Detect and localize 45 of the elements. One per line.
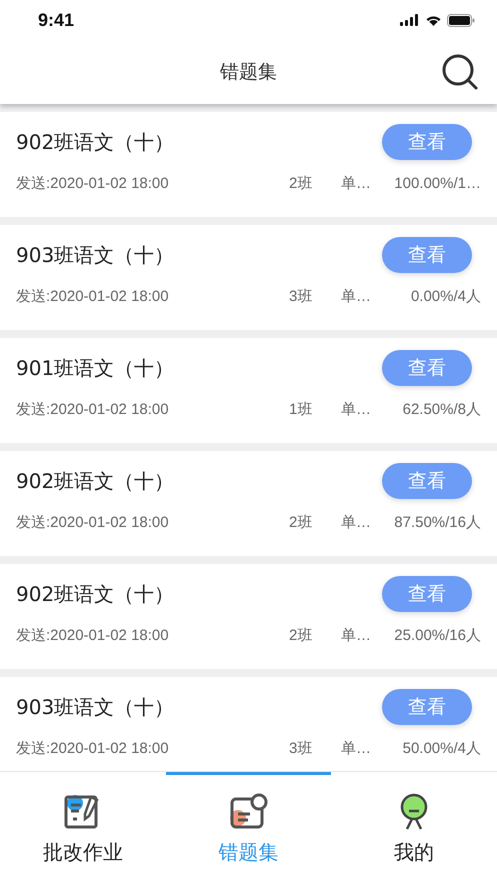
accuracy-label: 87.50%/16人 — [393, 513, 481, 532]
list-card[interactable]: 903班语文（十） 查看 发送:2020-01-02 18:00 3班 单… 0.00%/4人 — [0, 225, 497, 330]
class-label: 1班 — [289, 400, 314, 419]
signal-icon — [400, 14, 420, 26]
class-label: 2班 — [289, 626, 314, 645]
send-time: 发送:2020-01-02 18:00 — [16, 739, 170, 758]
list-card[interactable]: 902班语文（十） 查看 发送:2020-01-02 18:00 2班 单… 87.50%/16人 — [0, 451, 497, 556]
search-icon[interactable] — [441, 53, 479, 91]
card-title: 902班语文（十） — [16, 468, 174, 494]
card-title: 902班语文（十） — [16, 128, 174, 156]
card-badge-icon — [228, 793, 268, 831]
send-time: 发送:2020-01-02 18:00 — [16, 174, 170, 193]
type-label: 单… — [341, 739, 372, 758]
accuracy-label: 100.00%/1… — [393, 175, 481, 192]
card-title: 903班语文（十） — [16, 242, 174, 268]
tab-item[interactable]: 批改作业 — [0, 772, 166, 883]
type-label: 单… — [341, 400, 372, 419]
list-card[interactable]: 903班语文（十） 查看 发送:2020-01-02 18:00 3班 单… 50.00%/4人 — [0, 677, 497, 771]
card-title: 901班语文（十） — [16, 354, 174, 382]
class-label: 3班 — [289, 287, 314, 306]
send-time: 发送:2020-01-02 18:00 — [16, 513, 170, 532]
card-title: 903班语文（十） — [16, 694, 174, 720]
type-label: 单… — [341, 174, 372, 193]
send-time: 发送:2020-01-02 18:00 — [16, 626, 170, 645]
accuracy-label: 25.00%/16人 — [393, 626, 481, 645]
card-title: 902班语文（十） — [16, 580, 174, 608]
type-label: 单… — [341, 513, 372, 532]
accuracy-label: 50.00%/4人 — [402, 739, 481, 758]
wifi-icon — [425, 14, 442, 26]
list-card[interactable]: 901班语文（十） 查看 发送:2020-01-02 18:00 1班 单… 62.50%/8人 — [0, 338, 497, 443]
type-label: 单… — [341, 287, 372, 306]
accuracy-label: 62.50%/8人 — [402, 400, 481, 419]
class-label: 3班 — [289, 739, 314, 758]
class-label: 2班 — [289, 513, 314, 532]
list-card[interactable]: 902班语文（十） 查看 发送:2020-01-02 18:00 2班 单… 25.00%/16人 — [0, 564, 497, 669]
send-time: 发送:2020-01-02 18:00 — [16, 287, 170, 306]
status-time: 9:41 — [38, 10, 74, 30]
send-time: 发送:2020-01-02 18:00 — [16, 400, 170, 419]
page-title: 错题集 — [220, 60, 277, 85]
type-label: 单… — [341, 626, 372, 645]
battery-icon — [447, 14, 475, 26]
accuracy-label: 0.00%/4人 — [410, 287, 481, 306]
tab-item[interactable]: 我的 — [331, 772, 497, 883]
list-card[interactable]: 902班语文（十） 查看 发送:2020-01-02 18:00 2班 单… 100.00%/1… — [0, 112, 497, 217]
class-label: 2班 — [289, 174, 314, 193]
